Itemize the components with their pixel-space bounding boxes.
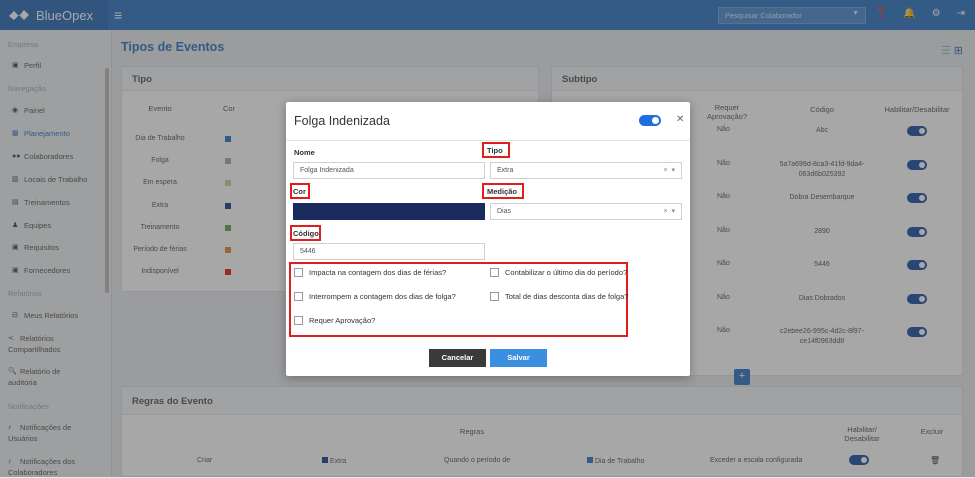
medicao-select-value: Dias [497,208,512,215]
save-button[interactable]: Salvar [490,349,547,367]
codigo-label: Código [293,229,319,238]
cb-ultimo-dia-row[interactable]: Contabilizar o último dia do período? [490,268,627,277]
cor-label: Cor [293,187,306,196]
clear-chevron-icon[interactable]: × ▾ [664,207,676,215]
cb-aprovacao-row[interactable]: Requer Aprovação? [294,316,375,325]
cb-ferias-row[interactable]: Impacta na contagem dos dias de férias? [294,268,446,277]
checkbox[interactable] [294,268,303,277]
modal-divider [286,140,690,141]
clear-chevron-icon[interactable]: × ▾ [664,166,676,174]
tipo-select-value: Extra [497,167,514,174]
checkbox[interactable] [294,316,303,325]
medicao-label: Medição [487,187,518,196]
cb-total-dias-row[interactable]: Total de dias desconta dias de folga? [490,292,628,301]
tipo-label: Tipo [487,146,503,155]
cb-ferias-label: Impacta na contagem dos dias de férias? [309,268,447,277]
tipo-select[interactable]: Extra × ▾ [490,162,682,179]
checkbox[interactable] [490,292,499,301]
cb-folga-row[interactable]: Interrompem a contagem dos dias de folga… [294,292,456,301]
edit-event-modal: Folga Indenizada ✕ Nome Folga Indenizada… [286,102,690,376]
modal-enable-toggle[interactable] [639,115,661,126]
medicao-select[interactable]: Dias × ▾ [490,203,682,220]
cb-total-dias-label: Total de dias desconta dias de folga? [505,292,629,301]
codigo-input[interactable]: 5446 [293,243,485,260]
cancel-button[interactable]: Cancelar [429,349,486,367]
cor-input[interactable]: #1b2a5c [293,203,485,220]
checkbox[interactable] [294,292,303,301]
checkbox[interactable] [490,268,499,277]
nome-label: Nome [294,148,315,157]
nome-input[interactable]: Folga Indenizada [293,162,485,179]
modal-title: Folga Indenizada [294,114,390,128]
cb-folga-label: Interrompem a contagem dos dias de folga… [309,292,456,301]
cb-aprovacao-label: Requer Aprovação? [309,316,376,325]
close-icon[interactable]: ✕ [676,114,684,125]
cb-ultimo-dia-label: Contabilizar o último dia do período? [505,268,628,277]
